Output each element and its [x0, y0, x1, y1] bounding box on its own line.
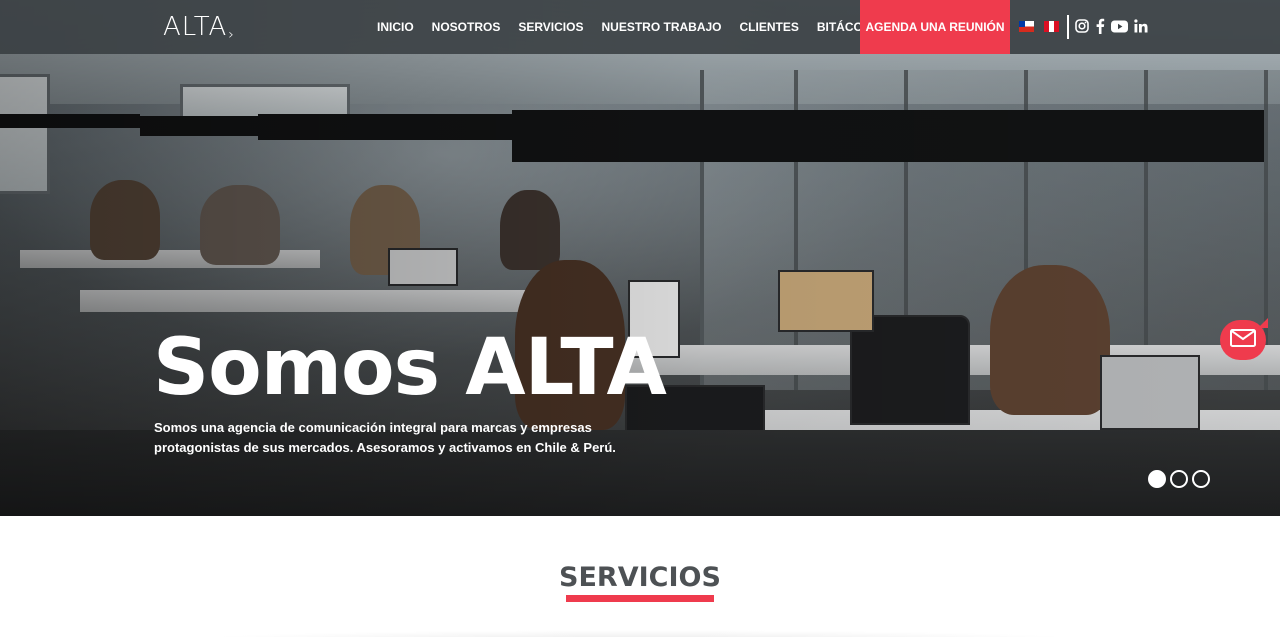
peru-flag-icon[interactable] — [1044, 21, 1059, 32]
instagram-icon[interactable] — [1075, 19, 1089, 33]
facebook-icon[interactable] — [1095, 18, 1105, 34]
nav-item-inicio[interactable]: INICIO — [368, 20, 423, 34]
navbar: ALTA› INICIO NOSOTROS SERVICIOS NUESTRO … — [0, 0, 1280, 54]
youtube-icon[interactable] — [1111, 20, 1128, 33]
hero-title: Somos ALTA — [153, 323, 667, 413]
logo-mark: › — [228, 27, 235, 43]
linkedin-icon[interactable] — [1134, 19, 1148, 33]
chile-flag-icon[interactable] — [1019, 21, 1034, 32]
nav-item-servicios[interactable]: SERVICIOS — [509, 20, 592, 34]
nav-item-nosotros[interactable]: NOSOTROS — [423, 20, 510, 34]
services-heading: SERVICIOS — [559, 562, 721, 593]
services-card-edge — [180, 630, 1100, 637]
carousel-dot-2[interactable] — [1170, 470, 1188, 488]
hero-subtitle: Somos una agencia de comunicación integr… — [154, 420, 616, 455]
envelope-icon — [1230, 328, 1256, 352]
brand-logo[interactable]: ALTA› — [163, 12, 235, 43]
social-links — [1075, 18, 1148, 34]
carousel-dot-1[interactable] — [1148, 470, 1166, 488]
logo-text: ALTA — [163, 12, 228, 42]
carousel-dot-3[interactable] — [1192, 470, 1210, 488]
nav-item-nuestro-trabajo[interactable]: NUESTRO TRABAJO — [592, 20, 730, 34]
schedule-meeting-button[interactable]: AGENDA UNA REUNIÓN — [860, 0, 1010, 54]
language-switcher — [1019, 21, 1059, 32]
nav-item-clientes[interactable]: CLIENTES — [731, 20, 808, 34]
contact-mail-button[interactable] — [1220, 318, 1268, 360]
carousel-dots — [1148, 470, 1210, 488]
nav-divider — [1067, 15, 1069, 39]
services-heading-underline — [566, 595, 714, 602]
main-nav: INICIO NOSOTROS SERVICIOS NUESTRO TRABAJ… — [368, 0, 889, 54]
